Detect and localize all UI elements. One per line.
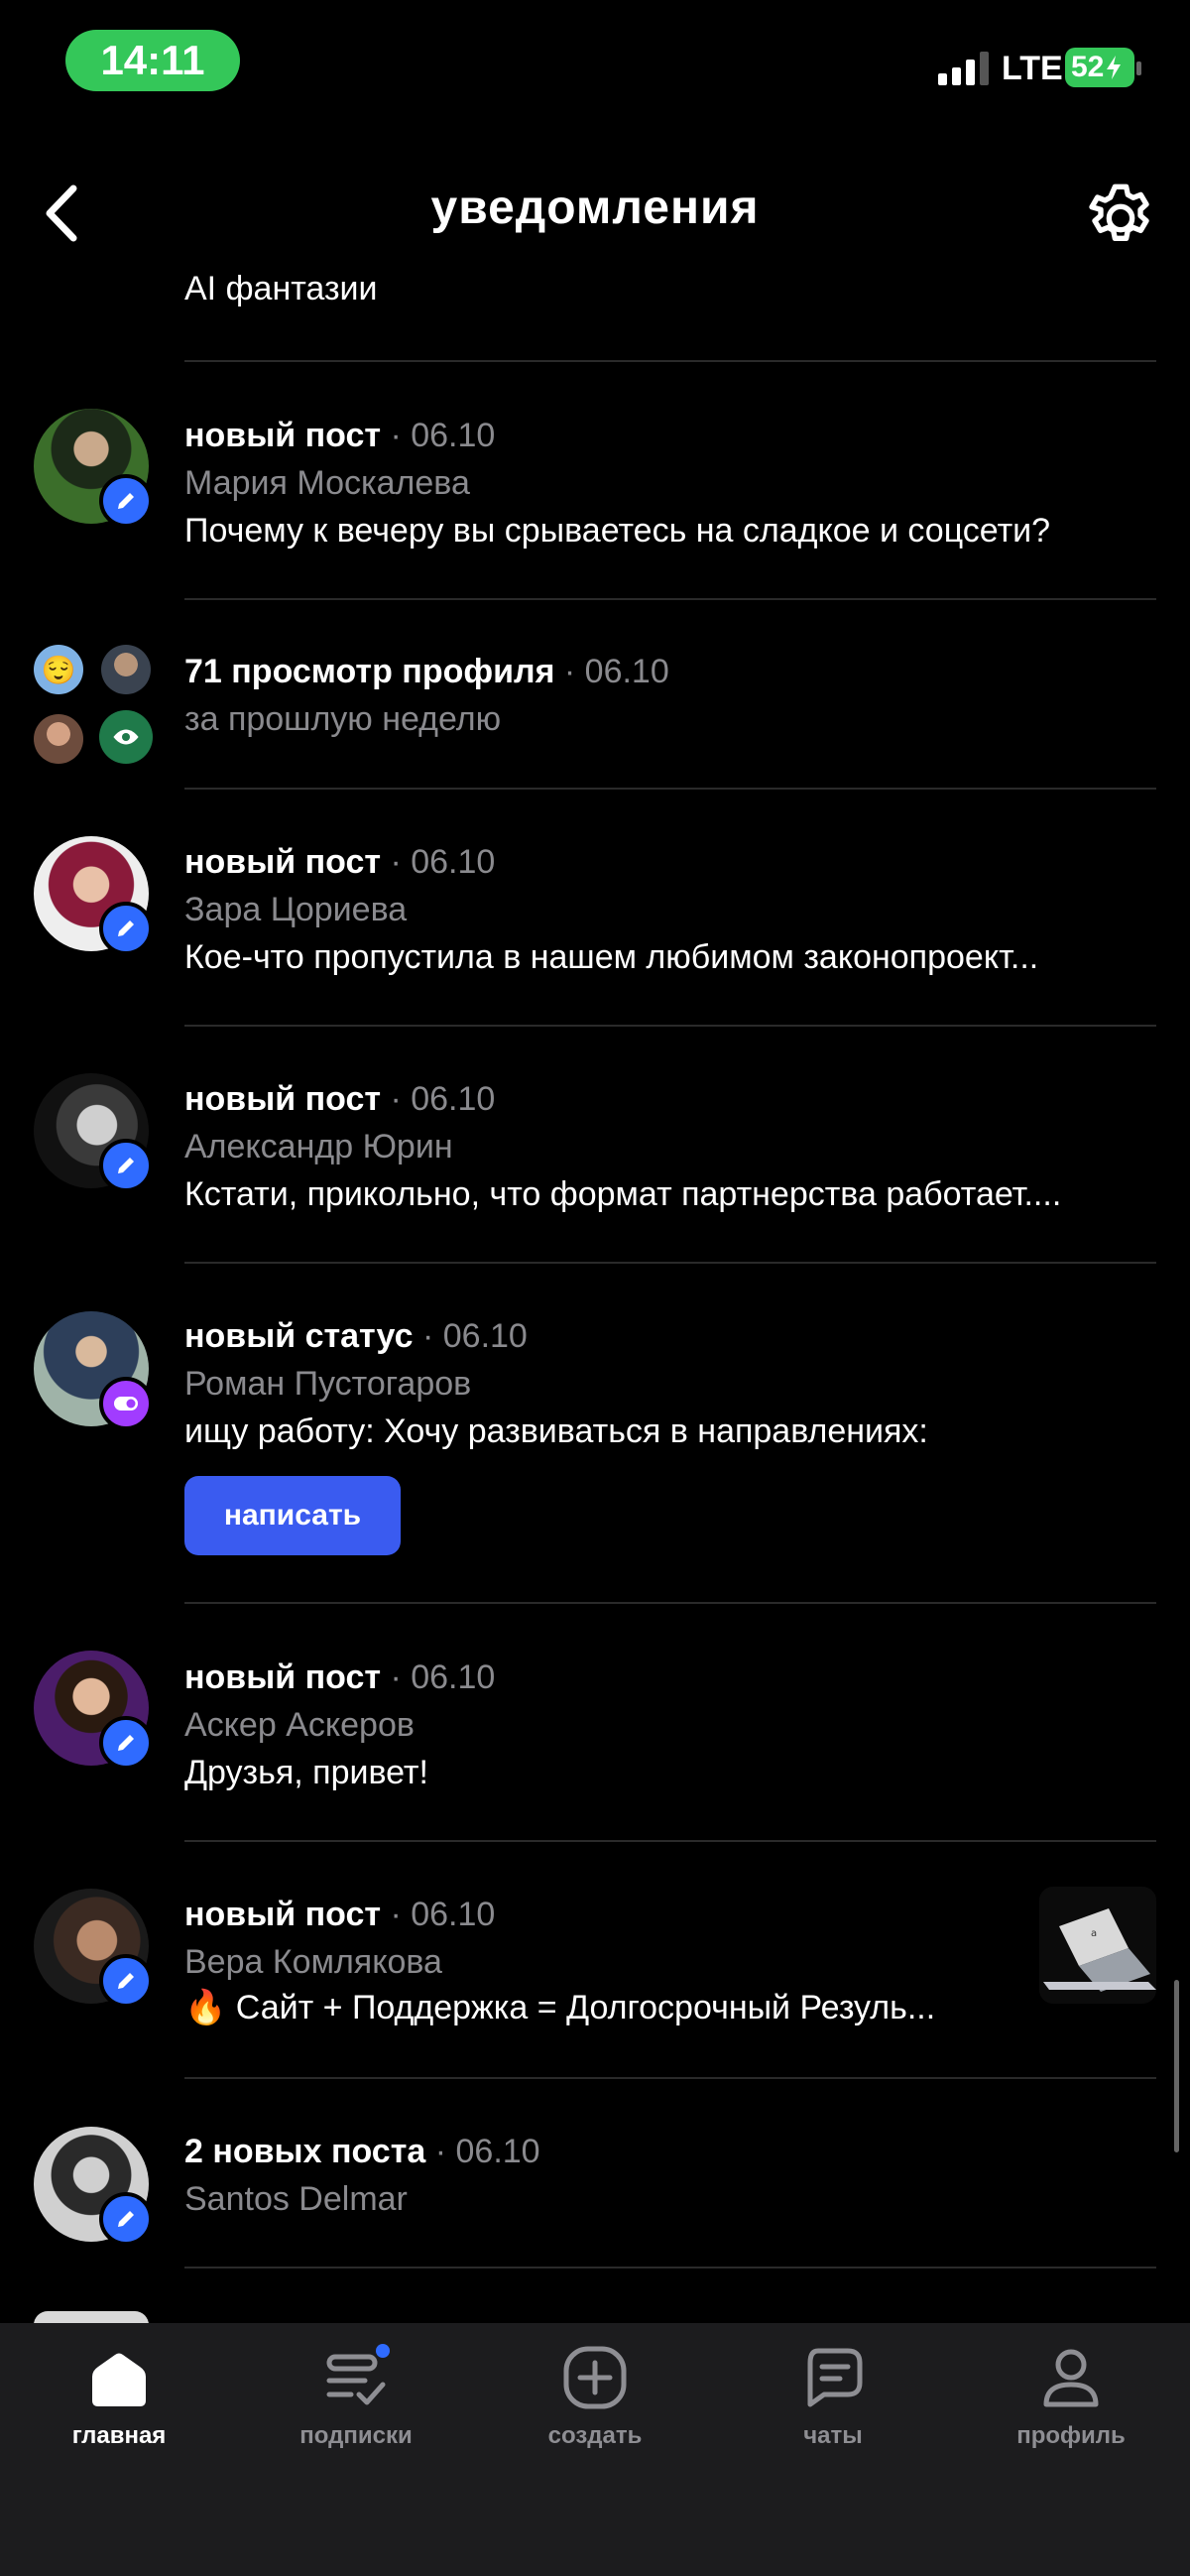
tab-profile[interactable]: профиль [972, 2343, 1170, 2452]
svg-text:a: a [1091, 1928, 1097, 1939]
tab-label: главная [71, 2422, 167, 2449]
status-icon [99, 1377, 153, 1430]
separator [184, 1025, 1156, 1027]
home-icon [92, 2353, 146, 2406]
tab-chats[interactable]: чаты [734, 2343, 932, 2452]
network-type: LTE [1002, 50, 1063, 87]
notification-type: 2 новых поста [184, 2133, 426, 2170]
charging-icon [1107, 56, 1122, 79]
avatar [34, 714, 83, 764]
notification-header: новый статус · 06.10 [184, 1317, 528, 1355]
tab-subscriptions[interactable]: подписки [257, 2343, 455, 2452]
notification-type: новый статус [184, 1317, 414, 1355]
subscriptions-icon [326, 2344, 390, 2405]
notification-header: новый пост · 06.10 [184, 417, 496, 454]
notification-date: 06.10 [411, 1658, 496, 1696]
notification-header: новый пост · 06.10 [184, 1896, 496, 1933]
separator [184, 1602, 1156, 1604]
avatar-group[interactable]: 😌 [34, 645, 153, 764]
notification-date: 06.10 [411, 417, 496, 454]
avatar [101, 645, 151, 694]
fire-emoji: 🔥 [184, 1989, 227, 2026]
battery-cap [1136, 61, 1141, 75]
tab-label: подписки [299, 2422, 413, 2449]
pencil-icon [99, 2192, 153, 2246]
scrollbar[interactable] [1174, 1980, 1179, 2152]
notification-header: новый пост · 06.10 [184, 1080, 496, 1118]
notification-date: 06.10 [455, 2133, 540, 2170]
notification-subtitle: за прошлую неделю [184, 700, 502, 738]
settings-button[interactable] [1081, 179, 1160, 258]
author-name[interactable]: Аскер Аскеров [184, 1706, 415, 1745]
post-preview[interactable]: Кстати, прикольно, что формат партнерств… [184, 1175, 1061, 1214]
pencil-icon [99, 902, 153, 955]
cut-item-text: AI фантазии [184, 270, 378, 307]
notification-header: новый пост · 06.10 [184, 1658, 496, 1696]
author-name[interactable]: Santos Delmar [184, 2180, 408, 2219]
notification-date: 06.10 [411, 843, 496, 881]
tab-home[interactable]: главная [20, 2343, 218, 2452]
post-preview[interactable]: Почему к вечеру вы срываетесь на сладкое… [184, 512, 1050, 551]
pencil-icon [99, 1954, 153, 2008]
notification-date: 06.10 [442, 1317, 528, 1355]
author-name[interactable]: Зара Цориева [184, 891, 407, 929]
author-name[interactable]: Роман Пустогаров [184, 1365, 471, 1404]
status-time: 14:11 [65, 30, 240, 91]
separator [184, 2077, 1156, 2079]
separator [184, 1262, 1156, 1264]
notification-header: новый пост · 06.10 [184, 843, 496, 881]
post-thumbnail[interactable]: a [1039, 1887, 1156, 2004]
notification-header: 2 новых поста · 06.10 [184, 2133, 540, 2170]
signal-icon [938, 52, 989, 85]
notification-header: 71 просмотр профиля · 06.10 [184, 653, 669, 690]
separator [184, 2267, 1156, 2269]
pencil-icon [99, 1139, 153, 1192]
separator [184, 598, 1156, 600]
profile-icon [1043, 2349, 1099, 2407]
pencil-icon [99, 1716, 153, 1770]
separator [184, 360, 1156, 362]
status-text[interactable]: ищу работу: Хочу развиваться в направлен… [184, 1412, 928, 1451]
battery-icon: 52 [1065, 48, 1134, 87]
author-name[interactable]: Мария Москалева [184, 464, 470, 503]
eye-icon [99, 710, 153, 764]
separator [184, 1840, 1156, 1842]
laptop-image: a [1039, 1887, 1156, 2004]
notification-type: новый пост [184, 417, 382, 454]
page-title: уведомления [430, 182, 760, 234]
tab-label: чаты [803, 2422, 863, 2449]
separator [184, 788, 1156, 790]
post-preview-text: Сайт + Поддержка = Долгосрочный Резуль..… [235, 1989, 936, 2026]
tab-label: создать [547, 2422, 643, 2449]
notification-type: новый пост [184, 843, 382, 881]
post-preview[interactable]: Друзья, привет! [184, 1754, 428, 1792]
notification-date: 06.10 [411, 1080, 496, 1118]
create-icon [563, 2346, 627, 2409]
notification-date: 06.10 [584, 653, 669, 690]
tab-create[interactable]: создать [496, 2343, 694, 2452]
avatar: 😌 [34, 645, 83, 694]
notification-type: новый пост [184, 1896, 382, 1933]
notification-date: 06.10 [411, 1896, 496, 1933]
notification-type: новый пост [184, 1080, 382, 1118]
write-message-button[interactable]: написать [184, 1476, 401, 1555]
post-preview[interactable]: Кое-что пропустила в нашем любимом закон… [184, 938, 1038, 977]
author-name[interactable]: Вера Комлякова [184, 1943, 442, 1982]
pencil-icon [99, 474, 153, 528]
notification-type: 71 просмотр профиля [184, 653, 555, 690]
tab-label: профиль [1016, 2422, 1126, 2449]
chat-icon [807, 2348, 863, 2407]
gear-icon [1089, 184, 1149, 241]
post-preview[interactable]: 🔥 Сайт + Поддержка = Долгосрочный Резуль… [184, 1988, 935, 2027]
battery-level: 52 [1071, 51, 1105, 83]
notification-type: новый пост [184, 1658, 382, 1696]
author-name[interactable]: Александр Юрин [184, 1128, 453, 1166]
